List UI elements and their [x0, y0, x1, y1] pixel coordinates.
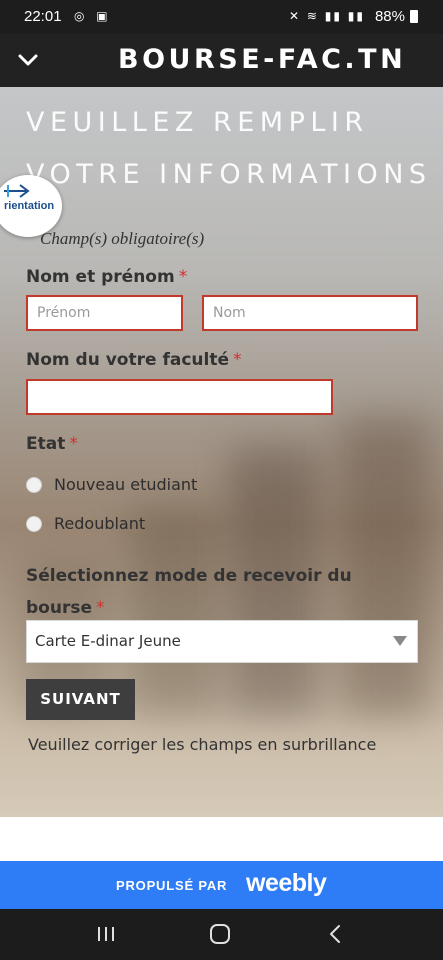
required-star: *: [69, 434, 78, 454]
required-note: Champ(s) obligatoire(s): [40, 229, 205, 248]
mode-label-text: Sélectionnez mode de recevoir du bourse: [26, 566, 352, 618]
caret-down-icon: [393, 636, 407, 646]
weebly-logo: weebly: [246, 869, 327, 897]
orientation-logo[interactable]: rientation: [0, 175, 62, 237]
battery-icon: [410, 10, 418, 23]
logo-text: rientation: [4, 200, 55, 212]
name-label-text: Nom et prénom: [26, 267, 175, 287]
faculty-label: Nom du votre faculté *: [26, 350, 241, 370]
mode-label: Sélectionnez mode de recevoir du bourse *: [26, 560, 416, 624]
page-heading-line1: VEUILLEZ REMPLIR: [26, 107, 369, 138]
signal-icon: ✕ ≋ ▮▮ ▮▮: [289, 9, 365, 23]
radio-button[interactable]: [26, 516, 42, 532]
home-icon[interactable]: [206, 921, 234, 947]
main-content: VEUILLEZ REMPLIR VOTRE INFORMATIONS rien…: [0, 87, 443, 817]
required-star: *: [95, 598, 105, 618]
page-heading-line2: VOTRE INFORMATIONS: [26, 159, 432, 190]
status-bar: 22:01 ◎ ▣ ✕ ≋ ▮▮ ▮▮ 88%: [0, 0, 443, 34]
back-icon[interactable]: [322, 921, 350, 947]
chevron-down-icon[interactable]: [14, 46, 42, 74]
radio-button[interactable]: [26, 477, 42, 493]
mode-select-value: Carte E-dinar Jeune: [35, 632, 181, 650]
arrow-icon: [4, 184, 30, 198]
radio-label: Redoublant: [54, 514, 146, 533]
messenger-icon: ◎ ▣: [74, 9, 112, 23]
status-time: 22:01: [24, 8, 62, 25]
last-name-input[interactable]: Nom: [202, 295, 418, 331]
required-star: *: [232, 350, 242, 370]
powered-by-text: PROPULSÉ PAR: [116, 878, 228, 893]
faculty-label-text: Nom du votre faculté: [26, 350, 229, 370]
site-title[interactable]: BOURSE-FAC.TN: [118, 44, 406, 75]
etat-label-text: Etat: [26, 434, 66, 454]
first-name-input[interactable]: Prénom: [26, 295, 183, 331]
faculty-input[interactable]: [26, 379, 333, 415]
site-header: BOURSE-FAC.TN: [0, 34, 443, 87]
name-label: Nom et prénom *: [26, 267, 187, 287]
submit-button[interactable]: SUIVANT: [26, 679, 135, 720]
system-nav-bar: [0, 909, 443, 960]
battery-percent: 88%: [374, 8, 405, 25]
mode-select[interactable]: Carte E-dinar Jeune: [26, 620, 418, 663]
powered-by-banner[interactable]: PROPULSÉ PAR weebly: [0, 861, 443, 909]
recents-icon[interactable]: [92, 921, 120, 947]
etat-label: Etat *: [26, 434, 78, 454]
radio-label: Nouveau etudiant: [54, 475, 198, 494]
error-message: Veuillez corriger les champs en surbrill…: [28, 735, 377, 754]
required-star: *: [178, 267, 188, 287]
